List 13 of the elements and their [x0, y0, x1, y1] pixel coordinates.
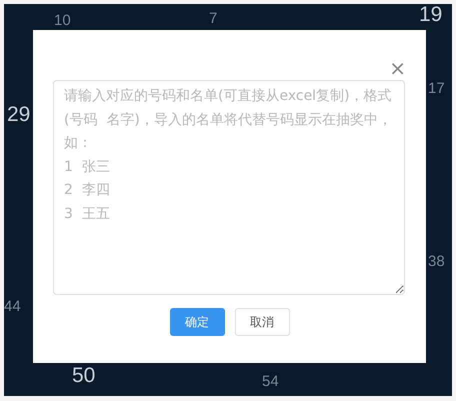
ball-number: 19	[419, 4, 442, 25]
ball-number: 44	[4, 299, 21, 314]
cancel-button[interactable]: 取消	[234, 308, 290, 336]
confirm-button[interactable]: 确定	[170, 308, 224, 336]
ball-number: 38	[428, 254, 445, 269]
ball-number: 10	[54, 13, 71, 28]
ball-number: 54	[262, 374, 279, 389]
ball-number: 7	[209, 11, 218, 26]
close-button[interactable]: ×	[386, 58, 409, 80]
ball-number: 50	[72, 365, 96, 386]
ball-number: 29	[7, 104, 30, 125]
list-input-field[interactable]: 请输入对应的号码和名单(可直接从excel复制)，格式(号码 名字)，导入的名单将代替号码显示在抽奖中，如： 1 张三 2 李四 3 王五	[53, 80, 405, 295]
ball-number: 17	[428, 81, 445, 96]
